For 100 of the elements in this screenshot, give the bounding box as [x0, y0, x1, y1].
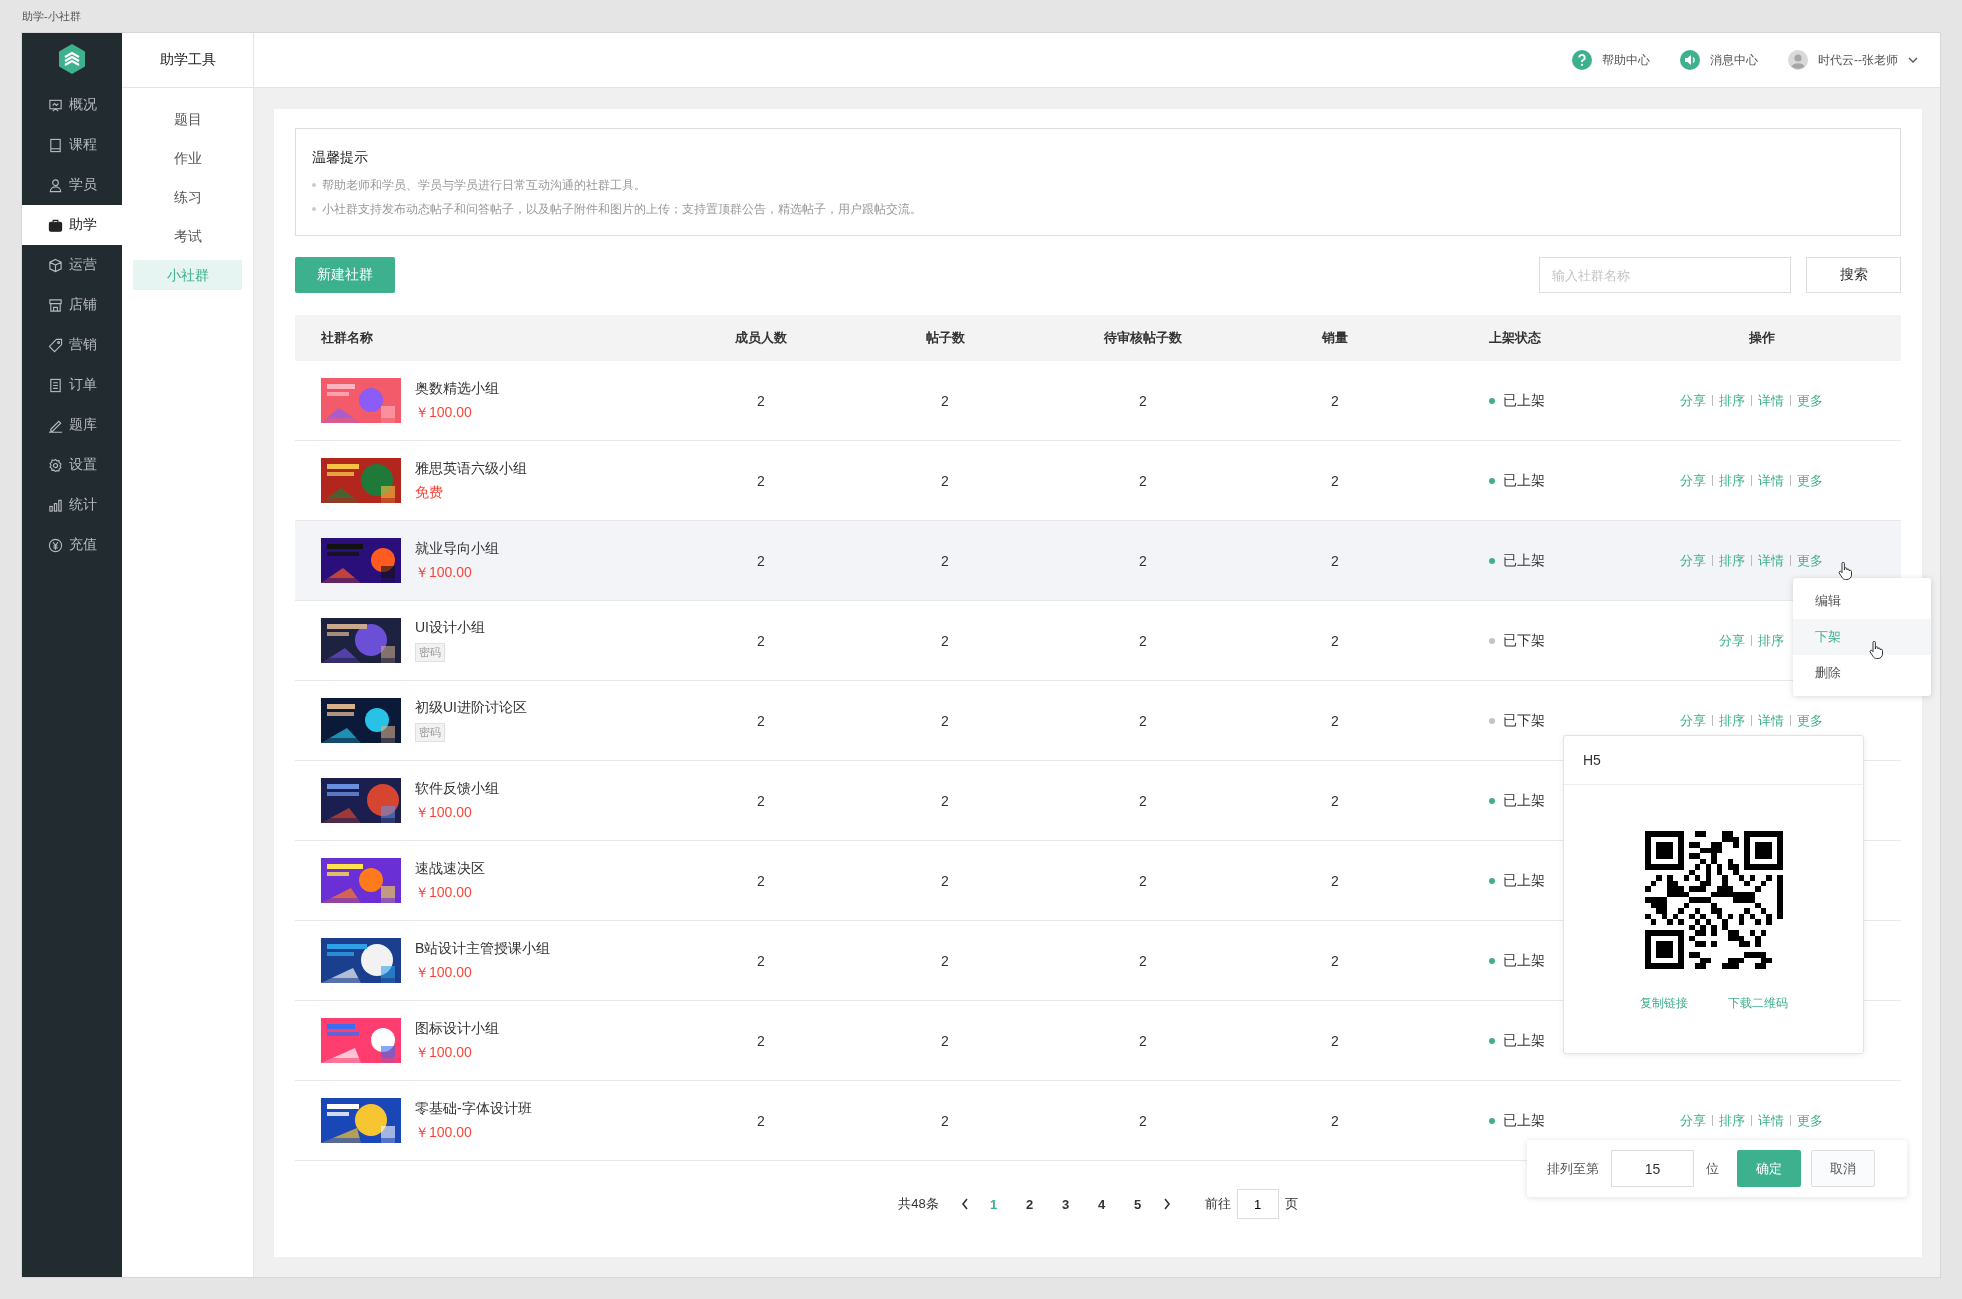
table-cell-text: 2 — [1138, 392, 1148, 409]
table-cell-text: 2 — [1138, 712, 1148, 729]
sidebar-title: 助学工具 — [159, 51, 216, 69]
status-text: 已下架 — [1503, 711, 1545, 730]
unit-label: 位 — [1706, 1159, 1719, 1178]
page-number[interactable]: 5 — [1126, 1196, 1149, 1212]
table-cell-text: 2 — [1330, 392, 1340, 409]
table-cell-text: 2 — [1330, 952, 1340, 969]
nav-item[interactable]: 运营 — [22, 245, 122, 285]
sidebar-item[interactable]: 作业 — [133, 143, 242, 173]
password-tag: 密码 — [415, 643, 445, 662]
group-name: 雅思英语六级小组 — [415, 459, 527, 478]
nav-item[interactable]: 店铺 — [22, 285, 122, 325]
page-number[interactable]: 3 — [1054, 1196, 1077, 1212]
price: ￥100.00 — [415, 403, 472, 422]
status-text: 已上架 — [1503, 871, 1545, 890]
status-text: 已上架 — [1503, 791, 1545, 810]
table-cell-text: 2 — [1138, 1112, 1148, 1129]
column-header: 操作 — [1747, 329, 1776, 347]
table-cell-text: 2 — [940, 792, 950, 809]
table-cell-text: 2 — [756, 1032, 766, 1049]
nav-item[interactable]: 订单 — [22, 365, 122, 405]
group-name: 图标设计小组 — [415, 1019, 499, 1038]
menu-item[interactable]: 删除 — [1793, 655, 1931, 691]
table-cell-text: 2 — [1138, 1032, 1148, 1049]
table-cell-text: 2 — [1138, 472, 1148, 489]
table-cell-text: 2 — [756, 792, 766, 809]
group-name: 软件反馈小组 — [415, 779, 499, 798]
column-header: 成员人数 — [734, 329, 788, 347]
menu-item[interactable]: 编辑 — [1793, 583, 1931, 619]
total-count: 共48条 — [898, 1195, 939, 1213]
table-cell-text: 2 — [1330, 872, 1340, 889]
group-name: UI设计小组 — [415, 619, 485, 637]
notice-text: 帮助老师和学员、学员与学员进行日常互动沟通的社群工具。 — [312, 173, 1884, 197]
nav-item[interactable]: 充值 — [22, 525, 122, 565]
page-number[interactable]: 4 — [1090, 1196, 1113, 1212]
column-header: 帖子数 — [924, 329, 966, 347]
page-unit: 页 — [1284, 1195, 1298, 1213]
table-cell-text: 2 — [756, 632, 766, 649]
nav-item[interactable]: 设置 — [22, 445, 122, 485]
group-name: 就业导向小组 — [415, 539, 499, 558]
page-field[interactable]: 1 — [1236, 1189, 1279, 1219]
search-button[interactable]: 搜索 — [1806, 257, 1901, 293]
status-text: 已上架 — [1503, 1031, 1545, 1050]
nav-item[interactable]: 助学 — [22, 205, 122, 245]
table-cell-text: 2 — [1330, 552, 1340, 569]
table-cell-text: 2 — [756, 392, 766, 409]
nav-item[interactable]: 题库 — [22, 405, 122, 445]
table-cell-text: 2 — [940, 472, 950, 489]
price: ￥100.00 — [415, 1123, 472, 1142]
group-name: 速战速决区 — [415, 859, 485, 878]
window-title: 助学-小社群 — [22, 8, 81, 24]
sidebar-item[interactable]: 考试 — [133, 221, 242, 251]
free-label: 免费 — [415, 483, 443, 502]
table-cell-text: 2 — [756, 952, 766, 969]
table-cell-text: 2 — [1330, 1032, 1340, 1049]
status-text: 已上架 — [1503, 1111, 1545, 1130]
group-name: 奥数精选小组 — [415, 379, 499, 398]
table-cell-text: 2 — [940, 712, 950, 729]
table-cell-text: 2 — [1138, 792, 1148, 809]
sidebar-item[interactable]: 题目 — [133, 104, 242, 134]
table-cell-text: 2 — [756, 1112, 766, 1129]
group-name: 初级UI进阶讨论区 — [415, 699, 527, 717]
page-number[interactable]: 2 — [1018, 1196, 1041, 1212]
table-cell-text: 2 — [1138, 632, 1148, 649]
nav-item[interactable]: 概况 — [22, 85, 122, 125]
sidebar-item[interactable]: 练习 — [133, 182, 242, 212]
price: ￥100.00 — [415, 963, 472, 982]
nav-item[interactable]: 统计 — [22, 485, 122, 525]
table-cell-text: 2 — [940, 552, 950, 569]
column-header: 销量 — [1320, 329, 1349, 347]
cancel-button[interactable]: 取消 — [1811, 1150, 1875, 1187]
table-cell-text: 2 — [940, 632, 950, 649]
table-cell-text: 2 — [1330, 1112, 1340, 1129]
status-text: 已下架 — [1503, 631, 1545, 650]
table-cell-text: 2 — [756, 552, 766, 569]
user-menu[interactable]: 时代云--张老师 — [1818, 51, 1898, 69]
table-cell-text: 2 — [940, 1112, 950, 1129]
table-cell-text: 2 — [1330, 792, 1340, 809]
nav-item[interactable]: 学员 — [22, 165, 122, 205]
group-name: B站设计主管授课小组 — [415, 939, 551, 958]
price: ￥100.00 — [415, 563, 472, 582]
table-cell-text: 2 — [1138, 872, 1148, 889]
table-cell-text: 2 — [1330, 632, 1340, 649]
column-header: 上架状态 — [1488, 329, 1542, 347]
goto-label: 前往 — [1204, 1195, 1231, 1213]
nav-item[interactable]: 营销 — [22, 325, 122, 365]
position-field[interactable]: 15 — [1611, 1150, 1694, 1187]
table-cell-text: 2 — [1138, 952, 1148, 969]
status-text: 已上架 — [1503, 391, 1545, 410]
column-header: 社群名称 — [320, 329, 374, 347]
column-header: 待审核帖子数 — [1103, 329, 1183, 347]
sort-label: 排列至第 — [1547, 1159, 1599, 1178]
price: ￥100.00 — [415, 883, 472, 902]
table-cell-text: 2 — [756, 872, 766, 889]
message-center-link[interactable]: 消息中心 — [1710, 51, 1758, 69]
notice-title: 温馨提示 — [312, 149, 369, 167]
nav-item[interactable]: 课程 — [22, 125, 122, 165]
help-center-link[interactable]: 帮助中心 — [1602, 51, 1650, 69]
table-cell-text: 2 — [1330, 472, 1340, 489]
